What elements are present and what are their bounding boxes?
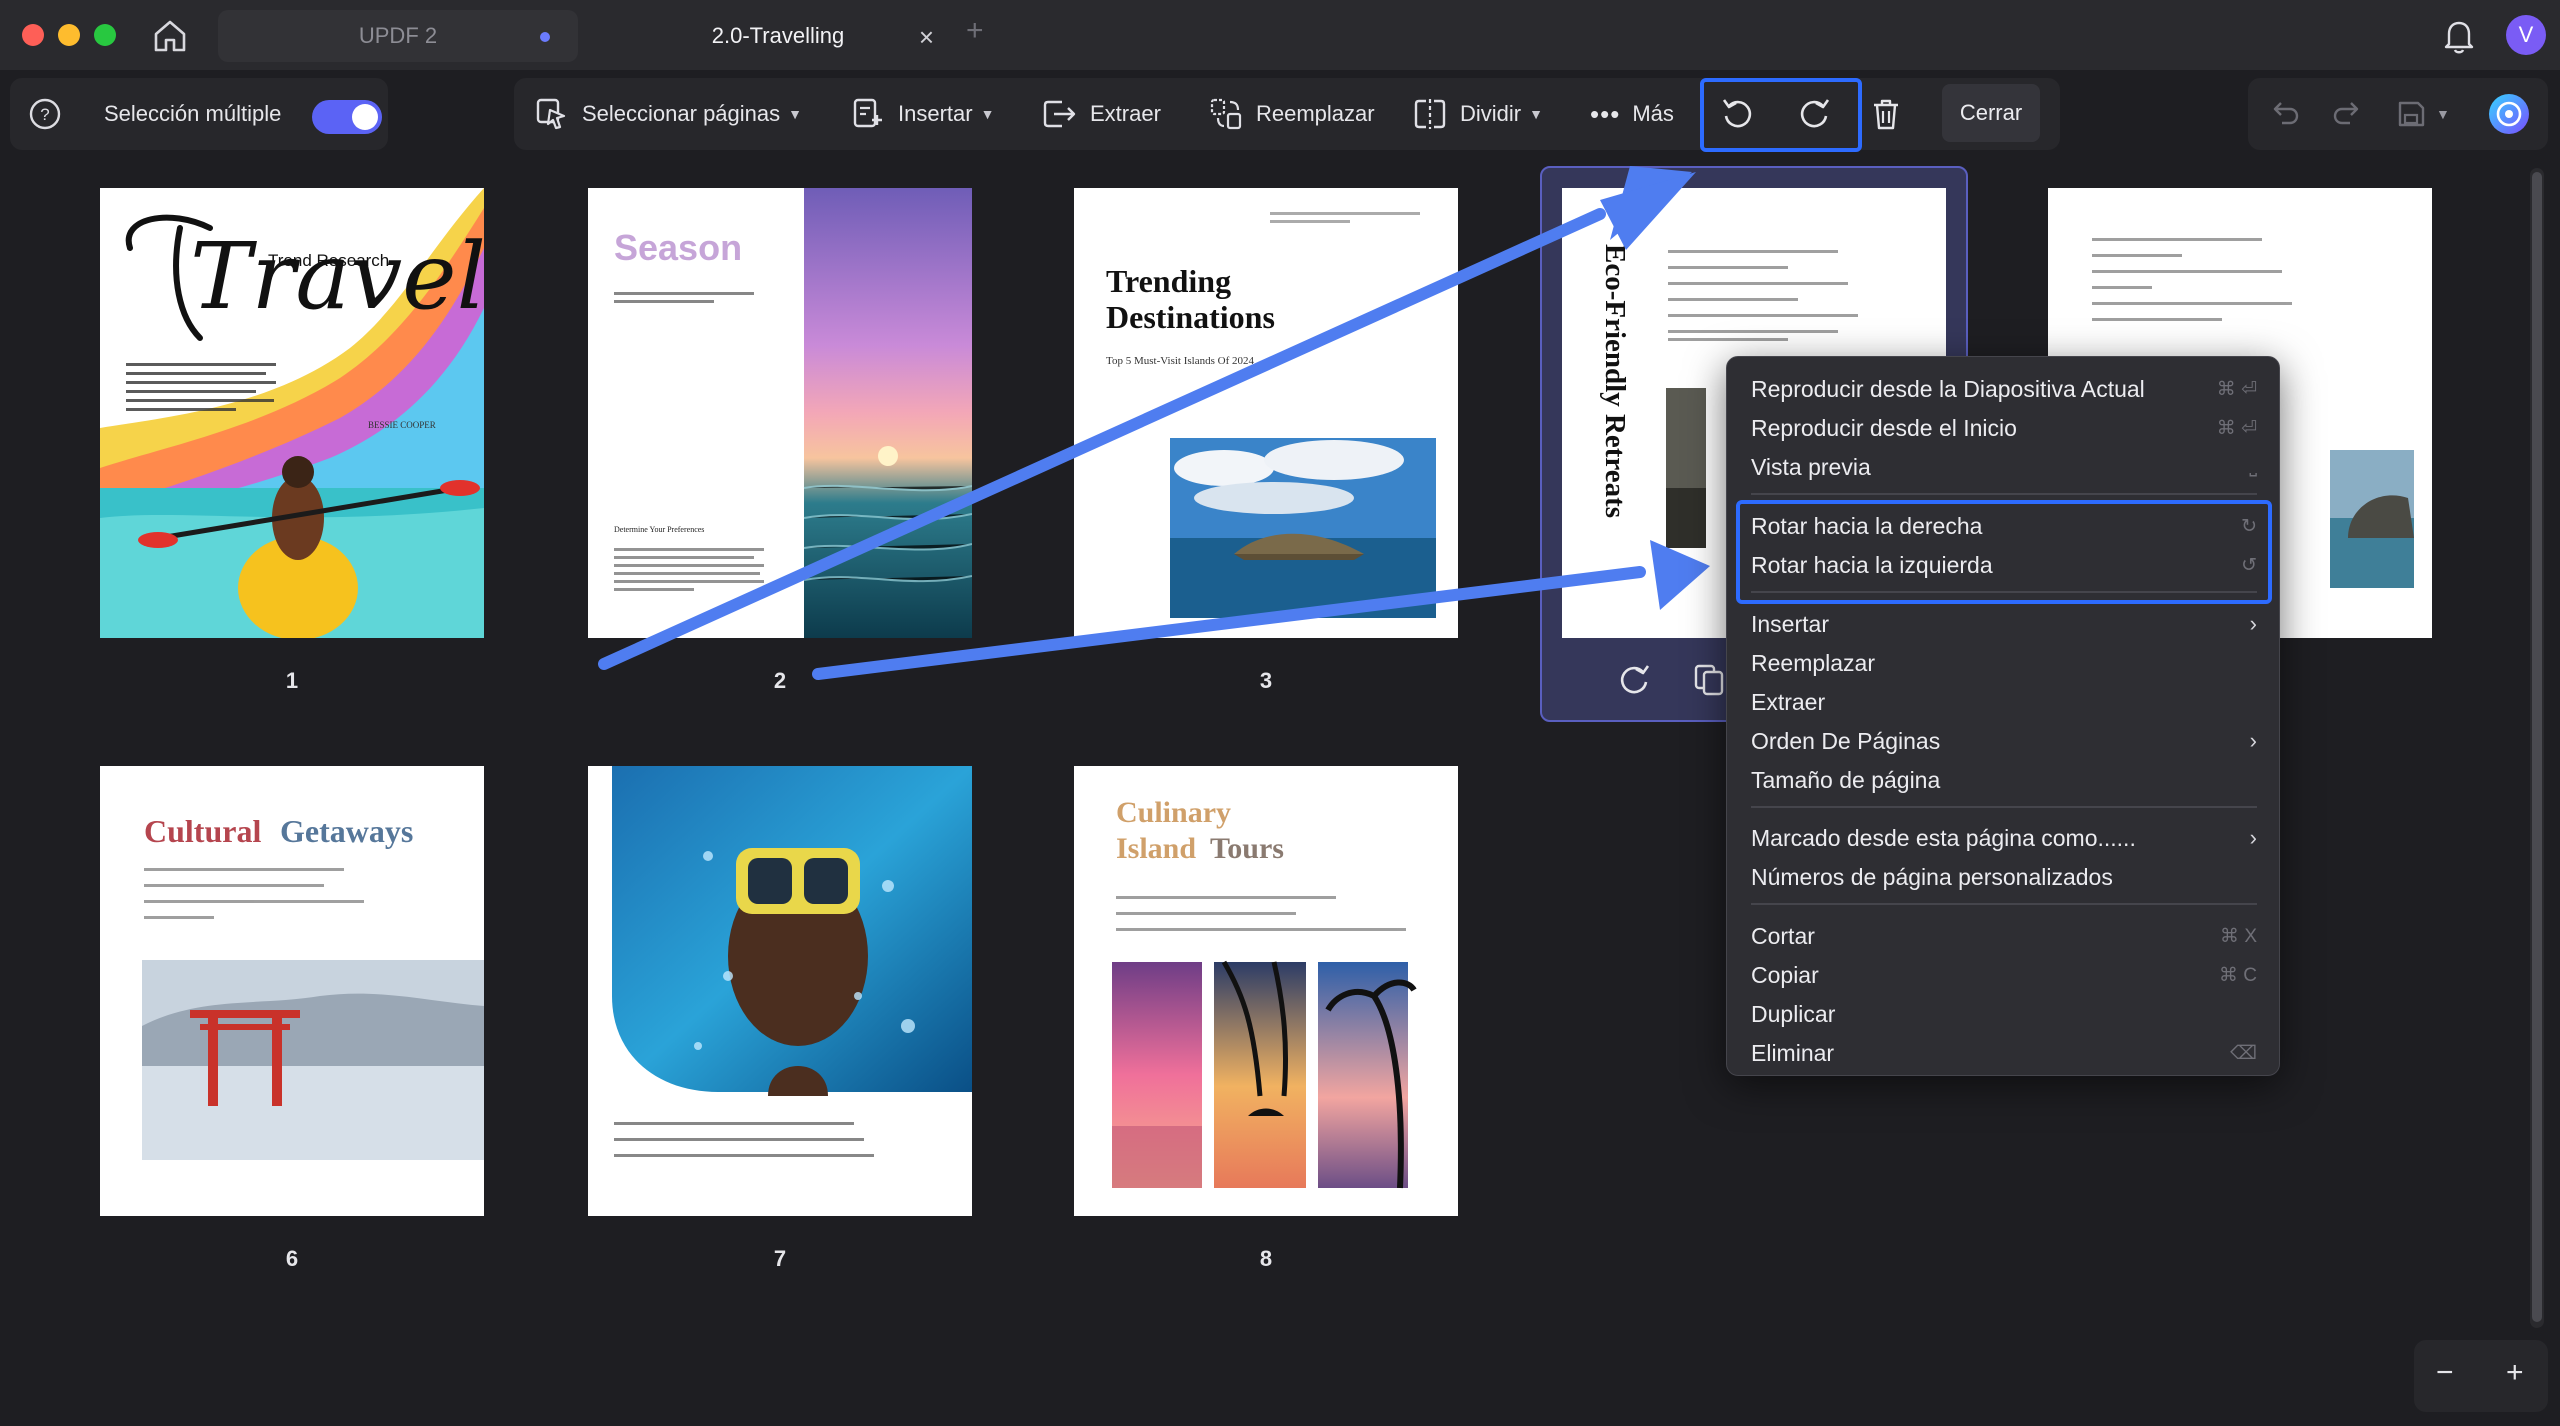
menu-item-copy[interactable]: Copiar ⌘ C — [1751, 956, 2257, 994]
menu-item-play-start[interactable]: Reproducir desde el Inicio ⌘ ⏎ — [1751, 409, 2257, 447]
rotate-options-highlight — [1736, 500, 2272, 604]
menu-separator — [1751, 903, 2257, 905]
menu-item-duplicate[interactable]: Duplicar — [1751, 995, 2257, 1033]
menu-item-insert[interactable]: Insertar › — [1751, 605, 2257, 643]
menu-item-preview[interactable]: Vista previa ⎵ — [1751, 448, 2257, 486]
menu-item-page-size[interactable]: Tamaño de página — [1751, 761, 2257, 799]
chevron-right-icon: › — [2249, 611, 2257, 636]
menu-item-custom-page-numbers[interactable]: Números de página personalizados — [1751, 858, 2257, 896]
menu-item-page-order[interactable]: Orden De Páginas › — [1751, 722, 2257, 760]
zoom-in-button[interactable]: + — [2506, 1356, 2524, 1390]
menu-item-play-current[interactable]: Reproducir desde la Diapositiva Actual ⌘ … — [1751, 370, 2257, 408]
menu-item-delete[interactable]: Eliminar ⌫ — [1751, 1034, 2257, 1072]
menu-item-mark-from-page[interactable]: Marcado desde esta página como...... › — [1751, 819, 2257, 857]
chevron-right-icon: › — [2249, 728, 2257, 753]
chevron-right-icon: › — [2249, 825, 2257, 850]
menu-item-cut[interactable]: Cortar ⌘ X — [1751, 917, 2257, 955]
zoom-control: − + — [2414, 1340, 2548, 1412]
context-menu: Reproducir desde la Diapositiva Actual ⌘ … — [1726, 356, 2280, 1076]
menu-item-extract[interactable]: Extraer — [1751, 683, 2257, 721]
menu-item-replace[interactable]: Reemplazar — [1751, 644, 2257, 682]
delete-key-icon: ⌫ — [2230, 1042, 2257, 1064]
zoom-out-button[interactable]: − — [2436, 1356, 2454, 1390]
menu-separator — [1751, 806, 2257, 808]
menu-separator — [1751, 493, 2257, 495]
